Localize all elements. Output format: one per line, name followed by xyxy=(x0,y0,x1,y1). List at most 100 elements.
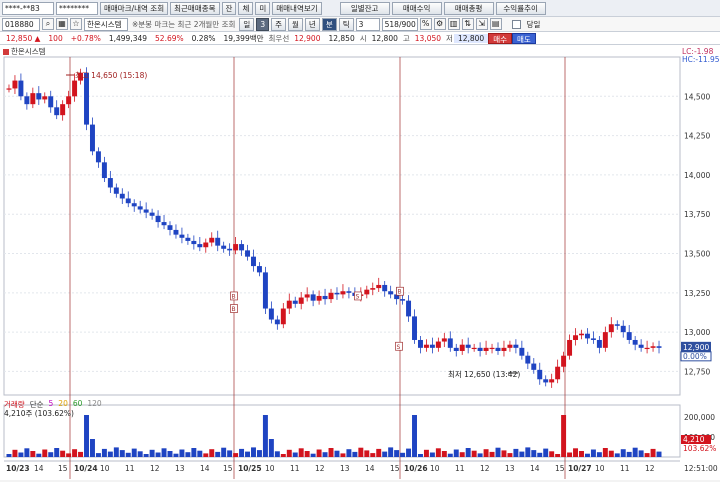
candle-body xyxy=(227,248,233,251)
candle-body xyxy=(519,347,525,356)
candle-body xyxy=(137,206,143,210)
volume-bar xyxy=(12,449,18,457)
time-tick-label: 14 xyxy=(530,464,540,473)
candle-body xyxy=(107,178,113,188)
candle-body xyxy=(632,339,638,345)
password-field[interactable]: ******** xyxy=(56,1,98,15)
volume-bar xyxy=(215,451,221,457)
price-tick-label: 13,750 xyxy=(684,210,710,219)
period-year-button[interactable]: 년 xyxy=(304,17,320,31)
price-chart-panel[interactable]: 한온시스템 14,500 14,250 14,000 13,750 13,500 13,2… xyxy=(0,45,720,480)
volume-bar xyxy=(131,448,137,457)
volume-bar xyxy=(573,448,579,457)
candle-body xyxy=(125,198,131,204)
volume-bar xyxy=(30,451,36,457)
current-pct-tag: 0.00% xyxy=(683,352,707,361)
period-tick-button[interactable]: 틱 xyxy=(338,17,354,31)
recent-trades-button[interactable]: 최근매매종목 xyxy=(170,1,220,15)
candle-body xyxy=(656,346,662,348)
candle-body xyxy=(304,294,310,298)
today-checkbox[interactable] xyxy=(511,19,521,29)
candle-body xyxy=(584,333,590,339)
legend-stock-name: 한온시스템 xyxy=(11,47,46,56)
search-icon[interactable]: ⌕ xyxy=(42,18,54,30)
buy-button[interactable]: 매수 xyxy=(488,32,512,44)
volume-bar xyxy=(340,453,346,457)
volume-bar xyxy=(227,450,233,457)
stock-code-field[interactable]: 018880 xyxy=(2,17,40,31)
volume-bar xyxy=(638,450,644,457)
time-tick-label: 10/27 xyxy=(568,464,592,473)
candle-body xyxy=(322,295,328,300)
candle-body xyxy=(573,335,579,340)
low-value: 12,800 xyxy=(453,33,489,43)
minute-select[interactable]: 3 xyxy=(355,17,380,31)
unfilled-button[interactable]: 미 xyxy=(255,1,271,15)
candle-body xyxy=(155,215,161,223)
table-icon[interactable]: ▤ xyxy=(489,18,502,30)
trade-mark-button[interactable]: 매매마크/내역 조회 xyxy=(100,1,169,15)
volume-bar xyxy=(280,454,286,457)
time-tick-label: 10 xyxy=(100,464,110,473)
time-tick-label: 12 xyxy=(315,464,325,473)
candle-body xyxy=(233,244,239,251)
volume-bar xyxy=(441,451,447,457)
balance-button[interactable]: 잔 xyxy=(221,1,237,15)
open-label: 시 xyxy=(359,33,367,43)
volume-bar xyxy=(101,448,107,457)
volume-bar xyxy=(584,453,590,457)
trade-profit-button[interactable]: 매매수익 xyxy=(391,1,442,15)
sell-button[interactable]: 매도 xyxy=(512,32,536,44)
zoom-icon[interactable]: % xyxy=(419,18,432,30)
period-selected-button[interactable]: 3 xyxy=(256,17,270,31)
volume-bar xyxy=(203,453,209,457)
turnover-pct: 52.69% xyxy=(155,33,184,43)
candle-body xyxy=(310,294,316,301)
volume-bar xyxy=(370,453,376,457)
daily-balance-button[interactable]: 일별잔고 xyxy=(339,1,390,15)
volume-bar xyxy=(531,450,537,457)
price-change-pct: +0.78% xyxy=(70,33,101,43)
current-price-tag: 12,900 xyxy=(683,343,709,352)
volume-bar xyxy=(388,447,394,457)
candle-body xyxy=(620,325,626,333)
candle-body xyxy=(501,347,507,351)
account-field[interactable]: ****-**83 xyxy=(2,1,54,15)
candle-body xyxy=(531,363,537,370)
period-week-button[interactable]: 주 xyxy=(271,17,286,31)
period-month-button[interactable]: 월 xyxy=(288,17,303,31)
period-minute-button[interactable]: 분 xyxy=(321,17,337,31)
bar-chart-icon[interactable]: ▥ xyxy=(447,18,460,30)
volume-subtitle: 4,210주 (103.62%) xyxy=(4,409,74,418)
trade-history-button[interactable]: 매매내역보기 xyxy=(272,1,322,15)
ratio-value: 0.28% xyxy=(191,33,216,43)
grid-icon[interactable]: ▦ xyxy=(56,18,68,30)
volume-bar xyxy=(66,453,72,457)
count-field[interactable]: 518/900 xyxy=(381,17,418,31)
candle-body xyxy=(143,209,149,213)
candle-body xyxy=(167,225,173,230)
chart-legend: 한온시스템 xyxy=(3,46,46,57)
volume-bar xyxy=(161,448,167,457)
export-icon[interactable]: ⇲ xyxy=(475,18,488,30)
candle-body xyxy=(119,193,125,199)
settings-icon[interactable]: ⚙ xyxy=(433,18,446,30)
volume-pct-tag: 103.62% xyxy=(683,444,716,453)
candle-body xyxy=(346,291,352,293)
candle-body xyxy=(209,237,215,243)
favorite-icon[interactable]: ☆ xyxy=(70,18,82,30)
price-chart[interactable]: 14,500 14,250 14,000 13,750 13,500 13,250 13,0… xyxy=(0,45,720,480)
trade-summary-button[interactable]: 매매총평 xyxy=(443,1,494,15)
period-day-button[interactable]: 일 xyxy=(239,17,255,31)
candle-body xyxy=(12,80,18,89)
volume-bar xyxy=(328,448,334,457)
candle-body xyxy=(626,332,632,340)
execution-button[interactable]: 체 xyxy=(238,1,254,15)
volume-bar xyxy=(286,449,292,457)
sort-icon[interactable]: ⇅ xyxy=(461,18,474,30)
volume-bar xyxy=(590,449,596,457)
low-label: 저 xyxy=(446,33,453,43)
profit-trend-button[interactable]: 수익률추이 xyxy=(495,1,546,15)
time-tick-label: 15 xyxy=(58,464,68,473)
candle-body xyxy=(179,234,185,238)
